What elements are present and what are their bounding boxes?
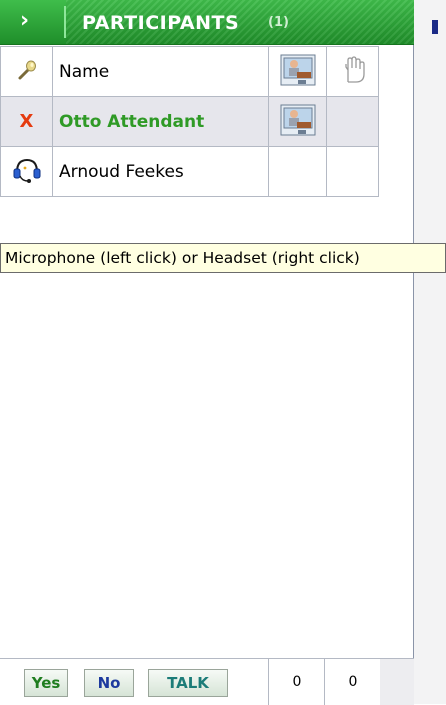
microphone-tooltip: Microphone (left click) or Headset (righ…	[0, 243, 446, 273]
status-cell[interactable]: X	[0, 96, 53, 147]
no-button[interactable]: No	[84, 669, 134, 697]
no-count: 0	[324, 659, 382, 705]
talk-button[interactable]: TALK	[148, 669, 228, 697]
vote-bar: Yes No TALK 0 0	[0, 658, 414, 705]
header-separator	[64, 6, 66, 38]
expand-chevron-icon[interactable]: ›	[20, 10, 29, 32]
participant-name: Otto Attendant	[59, 111, 205, 132]
yes-button[interactable]: Yes	[24, 669, 68, 697]
status-cell[interactable]	[0, 146, 53, 197]
participant-row[interactable]: Arnoud Feekes	[0, 146, 379, 197]
header-row: Name	[0, 46, 379, 97]
raise-hand-icon[interactable]	[340, 55, 366, 84]
participant-hand-cell[interactable]	[326, 146, 379, 197]
raise-hand-column-header[interactable]	[326, 46, 379, 97]
adjacent-panel-edge	[414, 0, 446, 704]
participant-name-cell: Otto Attendant	[52, 96, 269, 147]
participant-name-cell: Arnoud Feekes	[52, 146, 269, 197]
panel-title: PARTICIPANTS	[82, 12, 240, 34]
participants-table: Name X Otto Attendant Arnoud Feekes	[0, 46, 379, 197]
participant-video-cell[interactable]	[268, 96, 327, 147]
participant-status-x[interactable]: X	[20, 111, 34, 132]
participant-video-cell[interactable]	[268, 146, 327, 197]
participants-header[interactable]: › PARTICIPANTS (1)	[0, 0, 414, 45]
name-column-header: Name	[52, 46, 269, 97]
video-column-header[interactable]	[268, 46, 327, 97]
adjacent-panel-marker	[432, 20, 438, 34]
participant-name: Arnoud Feekes	[59, 161, 184, 182]
microphone-icon[interactable]	[15, 58, 39, 82]
participant-count: (1)	[268, 15, 289, 30]
participant-hand-cell[interactable]	[326, 96, 379, 147]
video-camera-icon[interactable]	[280, 104, 316, 136]
participant-row[interactable]: X Otto Attendant	[0, 96, 379, 147]
microphone-column-header[interactable]	[0, 46, 53, 97]
video-camera-icon[interactable]	[280, 54, 316, 86]
footer-filler	[380, 659, 414, 705]
headset-icon[interactable]	[12, 156, 42, 184]
participants-panel: › PARTICIPANTS (1) Name X Otto Attendant…	[0, 0, 414, 705]
yes-count: 0	[268, 659, 325, 705]
